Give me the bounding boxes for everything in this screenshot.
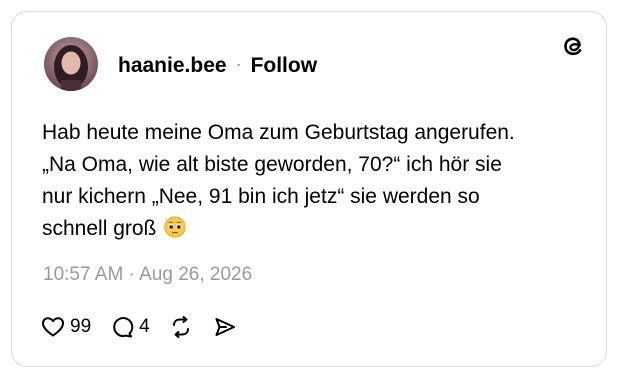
post-timestamp[interactable]: 10:57 AM · Aug 26, 2026	[43, 264, 252, 286]
username[interactable]: haanie.bee	[118, 54, 227, 78]
post-header: haanie.bee · Follow	[118, 54, 317, 78]
comment-icon	[109, 314, 135, 340]
share-button[interactable]	[212, 314, 238, 340]
repost-icon	[168, 314, 194, 340]
like-button[interactable]: 99	[40, 314, 91, 340]
reply-button[interactable]: 4	[109, 314, 150, 340]
like-count: 99	[70, 316, 92, 337]
heart-icon	[40, 314, 66, 340]
separator-dot: ·	[235, 54, 242, 74]
pleading-face-emoji	[164, 216, 186, 238]
reply-count: 4	[139, 316, 150, 337]
post-card: haanie.bee · Follow Hab heute meine Oma …	[11, 11, 607, 367]
threads-logo-icon[interactable]	[558, 31, 588, 61]
repost-button[interactable]	[168, 314, 194, 340]
post-body: Hab heute meine Oma zum Geburtstag anger…	[42, 121, 515, 240]
action-bar: 99 4	[40, 314, 256, 340]
avatar[interactable]	[44, 37, 98, 91]
share-icon	[212, 314, 238, 340]
follow-button[interactable]: Follow	[251, 54, 318, 78]
post-text: Hab heute meine Oma zum Geburtstag anger…	[42, 117, 582, 245]
